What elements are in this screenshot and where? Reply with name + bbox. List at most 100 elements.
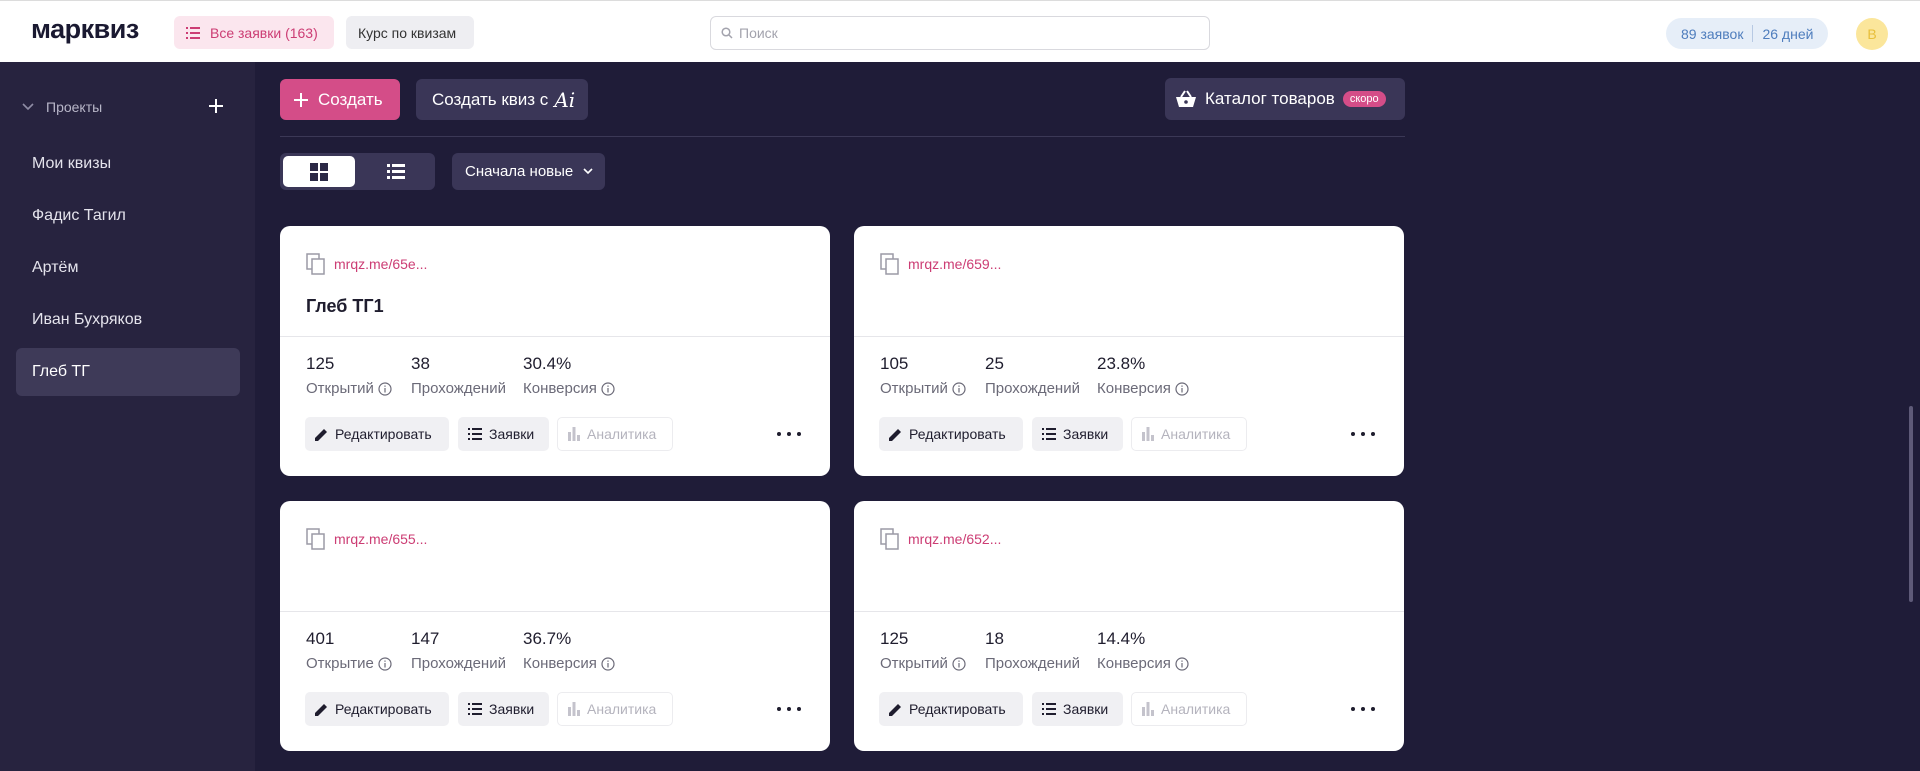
requests-button[interactable]: Заявки [1032,417,1123,451]
opens-label-row: Открытий [306,380,392,397]
edit-button[interactable]: Редактировать [879,417,1023,451]
search-icon [721,27,733,39]
quiz-link-text: mrqz.me/655... [334,531,428,547]
sidebar-item-label: Иван Бухряков [32,311,143,328]
quiz-link[interactable]: mrqz.me/65e... [306,253,427,275]
list-icon [1042,428,1056,440]
more-options-button[interactable] [777,699,801,719]
list-icon [468,428,482,440]
info-icon[interactable] [952,381,966,396]
quiz-card: mrqz.me/65e... Глеб ТГ1 125 Открытий 38 … [280,226,830,476]
quiz-link[interactable]: mrqz.me/659... [880,253,1001,275]
sidebar-item-artem[interactable]: Артём [16,244,240,292]
main-content: Создать Создать квиз с Ai Каталог товаро… [255,62,1920,771]
copy-icon [880,253,899,275]
stat-conversion: 23.8% Конверсия [1097,354,1189,397]
bar-chart-icon [1142,427,1154,441]
add-project-button[interactable] [208,98,224,116]
completions-label-row: Прохождений [411,655,506,672]
all-requests-button[interactable]: Все заявки (163) [174,16,334,49]
sidebar-item-fadis-tagil[interactable]: Фадис Тагил [16,192,240,240]
dot [777,432,781,436]
dot [1351,707,1355,711]
avatar[interactable]: B [1856,18,1888,50]
quiz-link-text: mrqz.me/65e... [334,256,428,272]
conversion-label: Конверсия [1097,655,1171,672]
card-divider [854,611,1404,612]
opens-label: Открытий [880,655,948,672]
dot [1361,432,1365,436]
quiz-link[interactable]: mrqz.me/655... [306,528,427,550]
info-icon[interactable] [1175,381,1189,396]
list-icon [1042,703,1056,715]
search-box[interactable] [710,16,1210,50]
edit-label: Редактировать [909,701,1006,717]
info-icon[interactable] [952,656,966,671]
conversion-label: Конверсия [523,655,597,672]
more-options-button[interactable] [1351,699,1375,719]
info-icon[interactable] [601,656,615,671]
edit-button[interactable]: Редактировать [879,692,1023,726]
sort-dropdown[interactable]: Сначала новые [452,153,605,190]
sidebar-item-label: Артём [32,259,79,276]
basket-icon [1176,90,1196,107]
create-button[interactable]: Создать [280,79,400,120]
scrollbar[interactable] [1909,406,1913,602]
edit-label: Редактировать [335,701,432,717]
course-label: Курс по квизам [358,24,457,41]
grid-view-button[interactable] [283,156,355,187]
list-icon [468,703,482,715]
card-divider [854,336,1404,337]
info-icon[interactable] [1175,656,1189,671]
search-input[interactable] [739,25,1179,41]
analytics-button[interactable]: Аналитика [557,692,673,726]
list-view-button[interactable] [360,156,432,187]
projects-label: Проекты [46,99,103,115]
info-icon[interactable] [601,381,615,396]
top-header: марквиз Все заявки (163) Курс по квизам … [0,0,1920,62]
catalog-button[interactable]: Каталог товаров скоро [1165,78,1405,120]
pencil-icon [315,428,327,441]
analytics-button[interactable]: Аналитика [1131,692,1247,726]
edit-button[interactable]: Редактировать [305,692,449,726]
quiz-link[interactable]: mrqz.me/652... [880,528,1001,550]
course-button[interactable]: Курс по квизам [346,16,474,49]
create-label: Создать [318,89,383,109]
sidebar-item-gleb-tg[interactable]: Глеб ТГ [16,348,240,396]
plan-status[interactable]: 89 заявок 26 дней [1666,18,1829,49]
conversion-label-row: Конверсия [523,380,615,397]
opens-label-row: Открытий [880,655,966,672]
copy-icon [880,528,899,550]
more-options-button[interactable] [777,424,801,444]
conversion-label: Конверсия [523,380,597,397]
edit-button[interactable]: Редактировать [305,417,449,451]
quiz-card: mrqz.me/659... 105 Открытий 25 Прохожден… [854,226,1404,476]
dot [1351,432,1355,436]
requests-label: Заявки [489,426,535,442]
requests-button[interactable]: Заявки [458,417,549,451]
create-ai-label: Создать квиз с [432,89,549,109]
chevron-down-icon [583,168,593,175]
analytics-button[interactable]: Аналитика [557,417,673,451]
quiz-link-text: mrqz.me/652... [908,531,1002,547]
info-icon[interactable] [378,381,392,396]
sidebar-item-my-quizzes[interactable]: Мои квизы [16,140,240,188]
stat-opens: 401 Открытие [306,629,392,672]
plus-icon [209,99,223,113]
dot [777,707,781,711]
stat-opens: 125 Открытий [306,354,392,397]
info-icon[interactable] [378,656,392,671]
create-ai-quiz-button[interactable]: Создать квиз с Ai [416,79,588,120]
requests-button[interactable]: Заявки [458,692,549,726]
bar-chart-icon [568,427,580,441]
logo[interactable]: марквиз [31,14,139,45]
requests-button[interactable]: Заявки [1032,692,1123,726]
projects-header[interactable]: Проекты [22,95,232,119]
more-options-button[interactable] [1351,424,1375,444]
sort-label: Сначала новые [465,163,574,180]
sidebar-item-ivan[interactable]: Иван Бухряков [16,296,240,344]
completions-value: 25 [985,354,1004,373]
analytics-button[interactable]: Аналитика [1131,417,1247,451]
conversion-value: 23.8% [1097,354,1146,373]
conversion-label-row: Конверсия [1097,655,1189,672]
